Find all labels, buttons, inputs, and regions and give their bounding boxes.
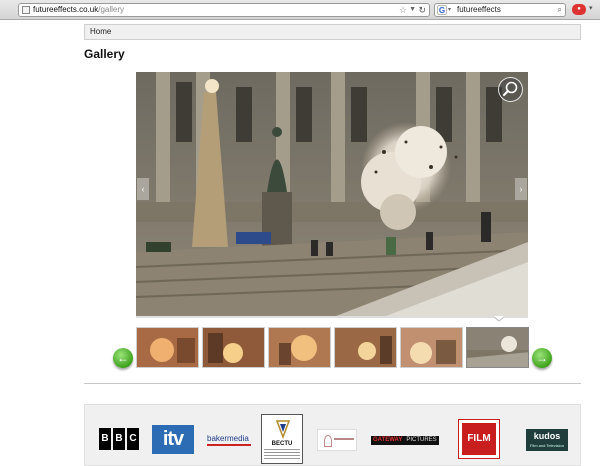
active-thumbnail-pointer bbox=[136, 316, 528, 322]
thumbnails-next-button[interactable]: → bbox=[532, 348, 552, 368]
reload-icon[interactable]: ↻ bbox=[418, 4, 426, 16]
commercial-mark-icon bbox=[324, 435, 332, 447]
gallery-main-image[interactable] bbox=[136, 72, 528, 316]
thumbnail-image bbox=[401, 328, 462, 367]
bbc-letter: C bbox=[127, 428, 139, 450]
bbc-logo: B B C bbox=[99, 428, 139, 450]
explosion-photo bbox=[136, 72, 528, 316]
film-logo: FILM bbox=[459, 420, 499, 458]
address-bar[interactable]: futureeffects.co.uk/gallery ☆ ▼ ↻ bbox=[18, 3, 430, 17]
page-title: Gallery bbox=[84, 47, 125, 61]
commercial-logo bbox=[317, 429, 357, 451]
kudos-subtitle: Film and Television bbox=[530, 443, 564, 448]
thumbnail-image bbox=[203, 328, 264, 367]
bookmark-star-icon[interactable]: ☆ bbox=[399, 4, 407, 16]
search-icon[interactable]: ⌕ bbox=[558, 4, 562, 16]
thumbnails-prev-button[interactable]: ← bbox=[113, 348, 133, 368]
history-dropdown-icon[interactable]: ▼ bbox=[409, 4, 416, 16]
pictures-text: PICTURES bbox=[404, 436, 439, 445]
extension-dropdown-icon[interactable]: ▾ bbox=[589, 4, 593, 12]
thumbnail-image bbox=[467, 328, 528, 367]
bectu-fine-print bbox=[264, 449, 300, 461]
kudos-logo: kudos Film and Television bbox=[526, 429, 568, 451]
client-logos: B B C itv bakermedia BECTU GATEWAY PICTU… bbox=[84, 404, 581, 466]
search-engine-dropdown-icon[interactable]: ▾ bbox=[448, 4, 451, 16]
extension-icon[interactable]: ● bbox=[572, 4, 586, 15]
bectu-crest-icon bbox=[276, 420, 290, 439]
thumbnail-4[interactable] bbox=[334, 327, 397, 368]
bbc-letter: B bbox=[99, 428, 111, 450]
thumbnail-strip bbox=[136, 327, 529, 368]
bbc-letter: B bbox=[113, 428, 125, 450]
commercial-wordmark bbox=[334, 438, 354, 440]
google-icon[interactable]: G bbox=[437, 5, 447, 15]
thumbnail-5[interactable] bbox=[400, 327, 463, 368]
gateway-text: GATEWAY bbox=[371, 436, 405, 445]
thumbnail-3[interactable] bbox=[268, 327, 331, 368]
search-query[interactable]: futureeffects bbox=[457, 5, 501, 14]
thumbnail-1[interactable] bbox=[136, 327, 199, 368]
itv-logo: itv bbox=[152, 425, 194, 454]
bakermedia-text: bakermedia bbox=[207, 434, 249, 443]
kudos-title: kudos bbox=[533, 431, 561, 441]
thumbnail-2[interactable] bbox=[202, 327, 265, 368]
page-icon bbox=[22, 6, 30, 14]
thumbnail-image bbox=[269, 328, 330, 367]
search-bar[interactable]: G ▾ futureeffects ⌕ bbox=[434, 3, 566, 17]
divider bbox=[84, 383, 581, 384]
url-host: futureeffects.co.uk bbox=[33, 5, 99, 14]
magnifier-icon bbox=[503, 81, 518, 96]
nav-home-link[interactable]: Home bbox=[90, 27, 111, 36]
url-path: /gallery bbox=[98, 5, 125, 14]
gateway-pictures-logo: GATEWAY PICTURES bbox=[371, 436, 439, 445]
thumbnail-6[interactable] bbox=[466, 327, 529, 368]
bectu-text: BECTU bbox=[271, 441, 293, 447]
bakermedia-logo: bakermedia bbox=[207, 434, 251, 446]
thumbnail-image bbox=[335, 328, 396, 367]
next-image-button[interactable]: › bbox=[515, 178, 527, 200]
prev-image-button[interactable]: ‹ bbox=[137, 178, 149, 200]
bectu-logo: BECTU bbox=[261, 414, 303, 464]
site-navbar: Home bbox=[84, 24, 581, 40]
bakermedia-rule bbox=[207, 444, 251, 446]
zoom-button[interactable] bbox=[498, 77, 523, 102]
browser-toolbar: futureeffects.co.uk/gallery ☆ ▼ ↻ G ▾ fu… bbox=[0, 0, 600, 20]
thumbnail-image bbox=[137, 328, 198, 367]
